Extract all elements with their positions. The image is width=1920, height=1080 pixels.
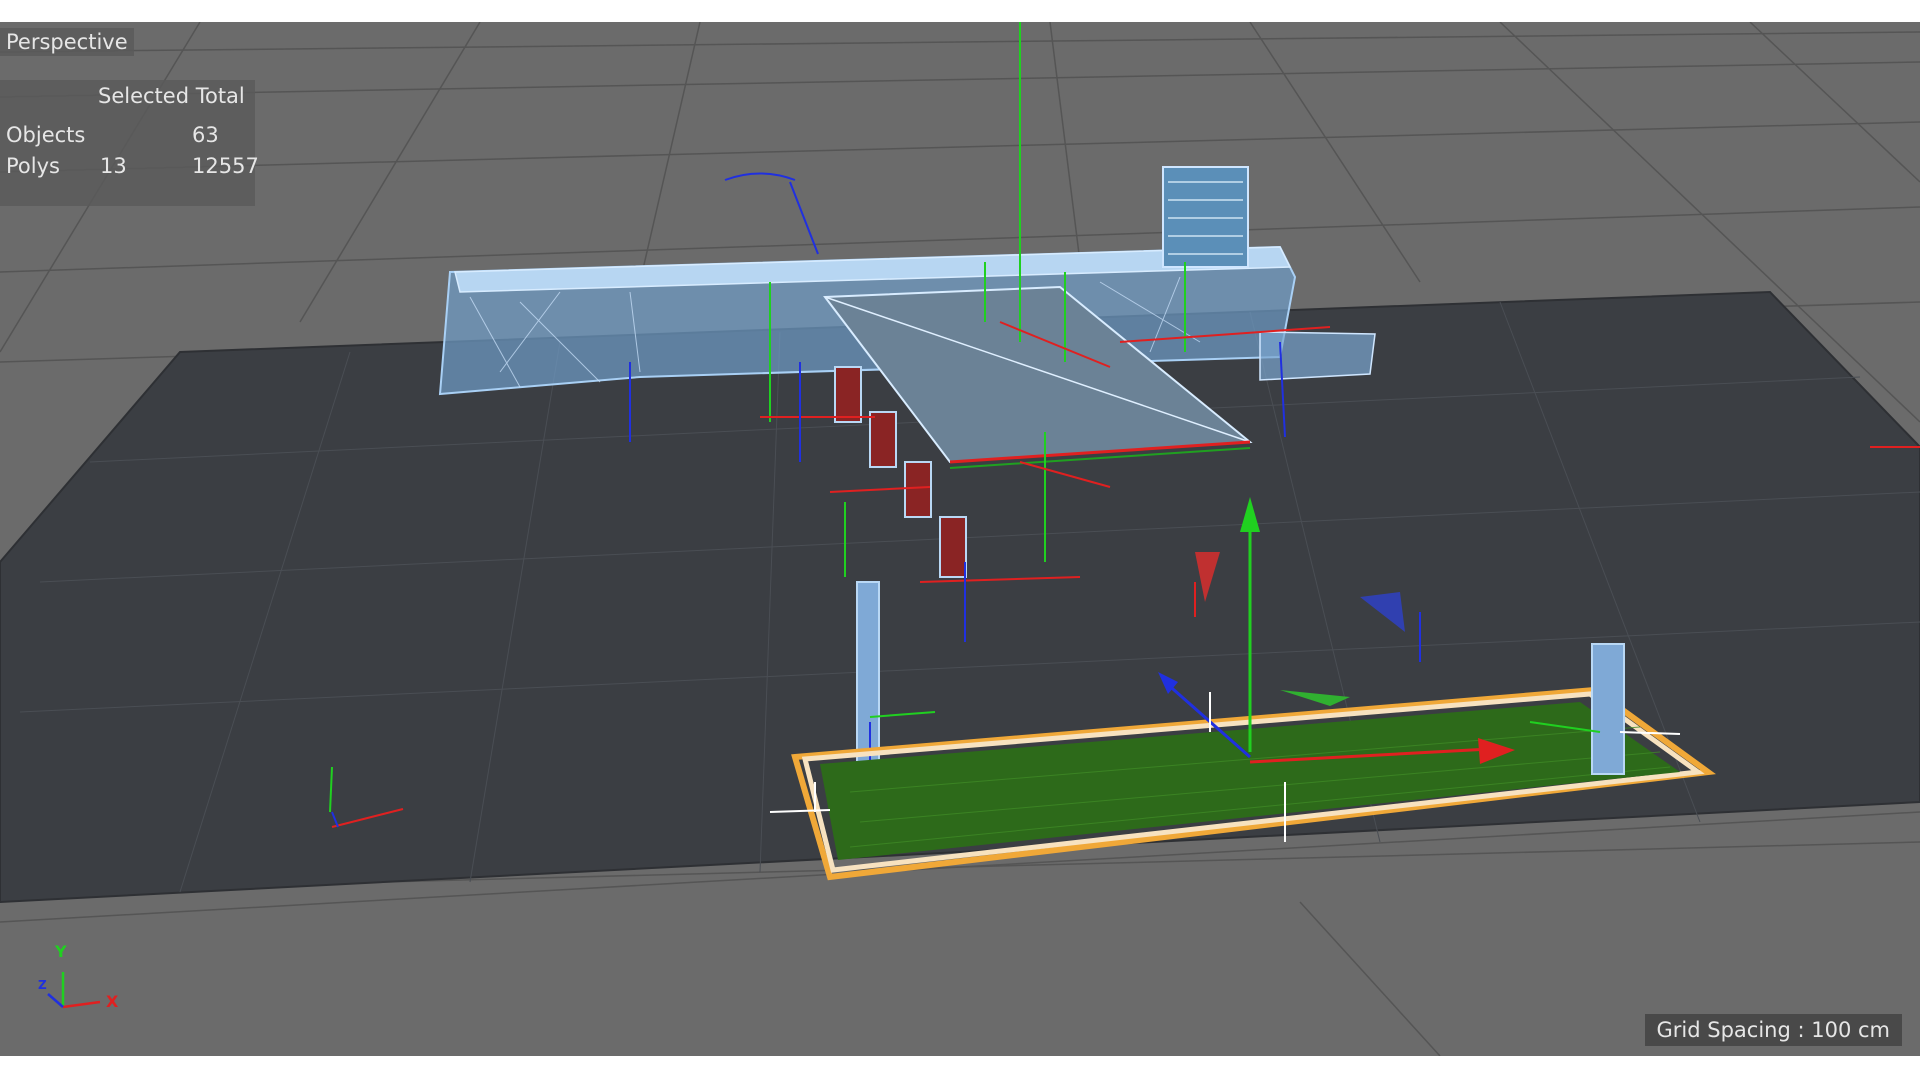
view-name-label[interactable]: Perspective (0, 28, 134, 56)
stats-row-selected: 13 (100, 154, 127, 178)
scene-canvas[interactable] (0, 22, 1920, 1056)
axis-x-label: X (106, 992, 119, 1011)
axis-y-label: Y (55, 942, 67, 961)
axis-z-label: Z (38, 978, 47, 992)
scene-stats-panel: Selected Total Objects 63 Polys 13 12557 (0, 80, 259, 206)
stats-row-total: 63 (192, 123, 219, 147)
grid-spacing-label: Grid Spacing : 100 cm (1644, 1014, 1902, 1046)
stats-header: Selected Total (98, 84, 245, 108)
axis-indicator (47, 972, 101, 1009)
stats-row-total: 12557 (192, 154, 259, 178)
stats-row-label: Objects (6, 123, 86, 147)
stats-row-label: Polys (6, 154, 60, 178)
perspective-viewport[interactable]: Perspective Selected Total Objects 63 Po… (0, 22, 1920, 1056)
